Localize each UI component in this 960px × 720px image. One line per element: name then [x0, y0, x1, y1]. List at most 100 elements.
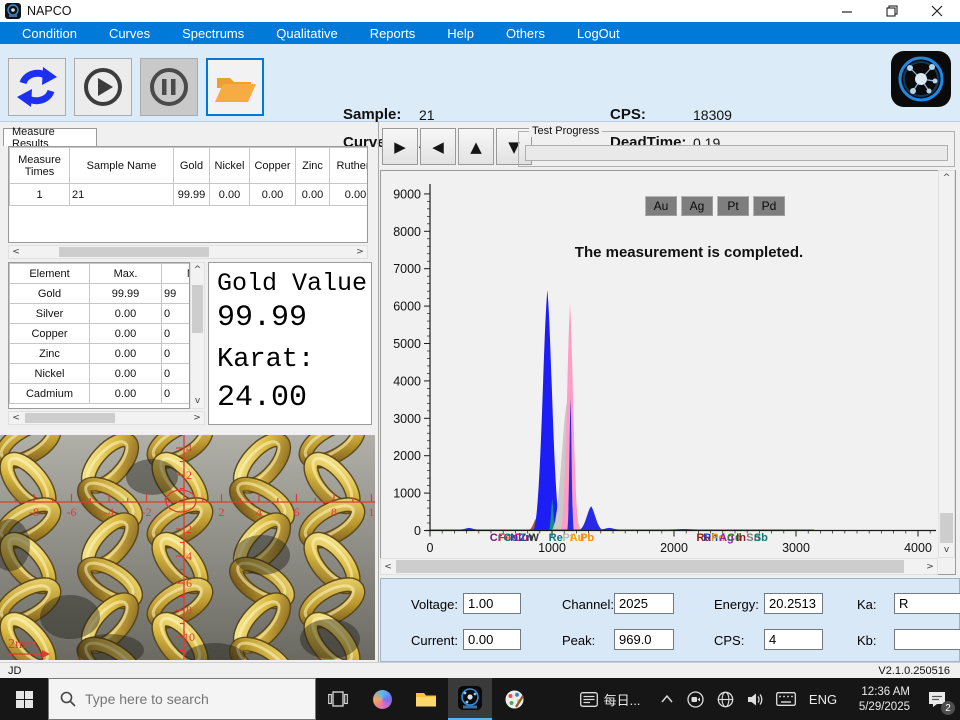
- napco-taskbar-button[interactable]: [448, 678, 492, 720]
- scroll-thumb[interactable]: [396, 560, 904, 573]
- start-button[interactable]: [0, 678, 48, 720]
- cps-input[interactable]: [764, 629, 823, 650]
- table-row[interactable]: Zinc0.000: [10, 344, 191, 364]
- globe-icon: [717, 691, 734, 708]
- cell: 0: [162, 304, 191, 324]
- scroll-left-icon[interactable]: <: [9, 246, 23, 258]
- scroll-left-icon[interactable]: <: [9, 412, 23, 424]
- table-row[interactable]: Gold99.9999: [10, 284, 191, 304]
- table-row[interactable]: 1 21 99.99 0.00 0.00 0.00 0.00: [10, 184, 369, 206]
- svg-text:6: 6: [186, 576, 192, 590]
- metal-au-button[interactable]: Au: [645, 196, 677, 216]
- svg-text:2: 2: [186, 468, 192, 482]
- spectrum-chart[interactable]: 0100020003000400050006000700080009000010…: [380, 170, 938, 558]
- menu-curves[interactable]: Curves: [101, 26, 158, 41]
- tray-expand-button[interactable]: [654, 678, 680, 720]
- metal-pd-button[interactable]: Pd: [753, 196, 785, 216]
- scroll-up-icon[interactable]: ^: [939, 171, 954, 185]
- menu-logout[interactable]: LogOut: [569, 26, 628, 41]
- channel-input[interactable]: [614, 593, 674, 614]
- svg-text:-4: -4: [104, 505, 114, 519]
- metal-pt-button[interactable]: Pt: [717, 196, 749, 216]
- title-bar: NAPCO: [0, 0, 960, 22]
- peak-input[interactable]: [614, 629, 674, 650]
- test-progress-label: Test Progress: [529, 125, 602, 137]
- scroll-thumb[interactable]: [940, 513, 953, 543]
- table-row[interactable]: Cadmium0.000: [10, 384, 191, 404]
- search-box[interactable]: [48, 678, 316, 720]
- energy-input[interactable]: [764, 593, 823, 614]
- napco-window: NAPCO Condition Curves Spectrums Qualita…: [0, 0, 960, 720]
- scroll-thumb[interactable]: [59, 247, 209, 257]
- svg-text:9000: 9000: [393, 187, 421, 201]
- refresh-button[interactable]: [8, 58, 66, 116]
- touch-keyboard-button[interactable]: [770, 678, 802, 720]
- kb-input[interactable]: [894, 629, 960, 650]
- news-icon: [580, 692, 598, 707]
- cell: 0.00: [330, 184, 369, 206]
- search-input[interactable]: [48, 678, 316, 720]
- menu-spectrums[interactable]: Spectrums: [174, 26, 252, 41]
- svg-text:0: 0: [414, 524, 421, 538]
- cell: Gold: [10, 284, 90, 304]
- current-input[interactable]: [463, 629, 521, 650]
- chart-hscrollbar[interactable]: < >: [380, 558, 938, 575]
- scroll-up-icon[interactable]: ^: [191, 263, 204, 277]
- scroll-right-icon[interactable]: >: [353, 246, 367, 258]
- svg-text:Pb: Pb: [580, 532, 594, 544]
- nav-left-button[interactable]: ◀: [420, 128, 456, 165]
- task-view-button[interactable]: [316, 678, 360, 720]
- scroll-down-icon[interactable]: v: [191, 394, 204, 408]
- menu-condition[interactable]: Condition: [14, 26, 85, 41]
- tab-measure-results[interactable]: Measure Results: [3, 128, 97, 146]
- network-button[interactable]: [710, 678, 740, 720]
- news-widget[interactable]: 每日...: [566, 678, 654, 720]
- menu-help[interactable]: Help: [439, 26, 482, 41]
- element-table-vscrollbar[interactable]: ^ v: [190, 262, 205, 409]
- status-bar: JD V2.1.0.250516: [0, 662, 960, 678]
- open-file-button[interactable]: [206, 58, 264, 116]
- metal-ag-button[interactable]: Ag: [681, 196, 713, 216]
- scroll-right-icon[interactable]: >: [190, 412, 204, 424]
- nav-right-button[interactable]: ▶: [382, 128, 418, 165]
- cell: 99.99: [174, 184, 210, 206]
- clock[interactable]: 12:36 AM 5/29/2025: [844, 684, 914, 714]
- menu-qualitative[interactable]: Qualitative: [268, 26, 345, 41]
- start-measure-button[interactable]: [74, 58, 132, 116]
- file-explorer-button[interactable]: [404, 678, 448, 720]
- test-progress-group: Test Progress: [518, 131, 955, 167]
- nav-up-button[interactable]: ▲: [458, 128, 494, 165]
- scroll-left-icon[interactable]: <: [381, 559, 395, 574]
- svg-text:2000: 2000: [660, 541, 688, 555]
- scroll-right-icon[interactable]: >: [923, 559, 937, 574]
- menu-others[interactable]: Others: [498, 26, 553, 41]
- scroll-down-icon[interactable]: v: [939, 543, 954, 557]
- karat-label: Karat:: [217, 345, 314, 375]
- meet-now-button[interactable]: [680, 678, 710, 720]
- table-row[interactable]: Copper0.000: [10, 324, 191, 344]
- volume-button[interactable]: [740, 678, 770, 720]
- menu-bar: Condition Curves Spectrums Qualitative R…: [0, 22, 960, 44]
- chart-vscrollbar[interactable]: ^ v: [938, 170, 955, 558]
- paint-app-button[interactable]: [492, 678, 536, 720]
- scroll-thumb[interactable]: [192, 285, 203, 333]
- menu-reports[interactable]: Reports: [362, 26, 424, 41]
- scroll-thumb[interactable]: [25, 413, 115, 423]
- language-indicator[interactable]: ENG: [802, 678, 844, 720]
- cell: 99.99: [90, 284, 162, 304]
- svg-text:4: 4: [256, 505, 262, 519]
- table-row[interactable]: Silver0.000: [10, 304, 191, 324]
- notification-center-button[interactable]: 2: [914, 678, 960, 720]
- panel-divider: [378, 122, 379, 662]
- voltage-input[interactable]: [463, 593, 521, 614]
- svg-text:-8: -8: [29, 505, 39, 519]
- close-button[interactable]: [914, 0, 960, 22]
- restore-button[interactable]: [869, 0, 915, 22]
- ka-input[interactable]: [894, 593, 960, 614]
- copilot-button[interactable]: [360, 678, 404, 720]
- measure-table-hscrollbar[interactable]: < >: [8, 245, 368, 259]
- table-row[interactable]: Nickel0.000: [10, 364, 191, 384]
- element-table-hscrollbar[interactable]: < >: [8, 411, 205, 425]
- pause-measure-button[interactable]: [140, 58, 198, 116]
- minimize-button[interactable]: [824, 0, 870, 22]
